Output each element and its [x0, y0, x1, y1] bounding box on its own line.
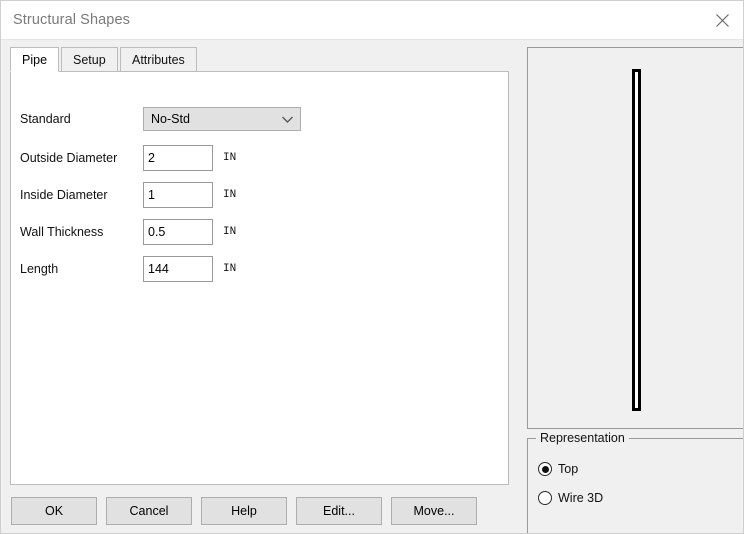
radio-top-label: Top: [558, 462, 579, 476]
shape-preview-pane: [527, 47, 743, 429]
outside-diameter-input[interactable]: [143, 145, 213, 171]
close-icon[interactable]: [699, 1, 743, 39]
pipe-form-panel: Standard No-Std Outside Diameter IN Insi…: [10, 71, 509, 485]
cancel-button[interactable]: Cancel: [106, 497, 192, 525]
wall-thickness-unit: IN: [223, 226, 237, 238]
tab-setup[interactable]: Setup: [61, 47, 118, 72]
representation-group-title: Representation: [536, 431, 629, 445]
wall-thickness-input[interactable]: [143, 219, 213, 245]
structural-shapes-dialog: Structural Shapes Pipe Setup Attributes …: [0, 0, 744, 534]
outside-diameter-unit: IN: [223, 152, 237, 164]
tab-strip: Pipe Setup Attributes: [10, 47, 510, 72]
pipe-profile: [632, 69, 641, 411]
standard-label: Standard: [20, 112, 71, 126]
length-input[interactable]: [143, 256, 213, 282]
radio-top[interactable]: Top: [538, 459, 578, 479]
representation-group: Representation Top Wire 3D: [527, 431, 743, 533]
wall-thickness-row: Wall Thickness IN: [11, 218, 508, 246]
help-button[interactable]: Help: [201, 497, 287, 525]
tab-pipe[interactable]: Pipe: [10, 47, 60, 72]
tab-setup-label: Setup: [73, 52, 106, 67]
chevron-down-icon[interactable]: [274, 108, 300, 130]
tab-pipe-label: Pipe: [22, 52, 48, 67]
length-row: Length IN: [11, 255, 508, 283]
radio-unselected-icon: [538, 491, 552, 505]
window-title: Structural Shapes: [13, 12, 130, 28]
move-button[interactable]: Move...: [391, 497, 477, 525]
outside-diameter-label: Outside Diameter: [20, 151, 118, 165]
length-label: Length: [20, 262, 59, 276]
title-bar: Structural Shapes: [1, 1, 743, 40]
radio-wire-3d-label: Wire 3D: [558, 491, 604, 505]
dialog-button-bar: OK Cancel Help Edit... Move...: [1, 497, 511, 529]
inside-diameter-input[interactable]: [143, 182, 213, 208]
standard-value: No-Std: [151, 112, 190, 126]
standard-dropdown[interactable]: No-Std: [143, 107, 301, 131]
outside-diameter-row: Outside Diameter IN: [11, 144, 508, 172]
standard-row: Standard No-Std: [11, 105, 508, 133]
length-unit: IN: [223, 263, 237, 275]
inside-diameter-label: Inside Diameter: [20, 188, 108, 202]
inside-diameter-row: Inside Diameter IN: [11, 181, 508, 209]
wall-thickness-label: Wall Thickness: [20, 225, 104, 239]
ok-button[interactable]: OK: [11, 497, 97, 525]
tab-attributes[interactable]: Attributes: [120, 47, 197, 72]
radio-wire-3d[interactable]: Wire 3D: [538, 488, 603, 508]
edit-button[interactable]: Edit...: [296, 497, 382, 525]
radio-selected-icon: [538, 462, 552, 476]
tab-attributes-label: Attributes: [132, 52, 185, 67]
inside-diameter-unit: IN: [223, 189, 237, 201]
